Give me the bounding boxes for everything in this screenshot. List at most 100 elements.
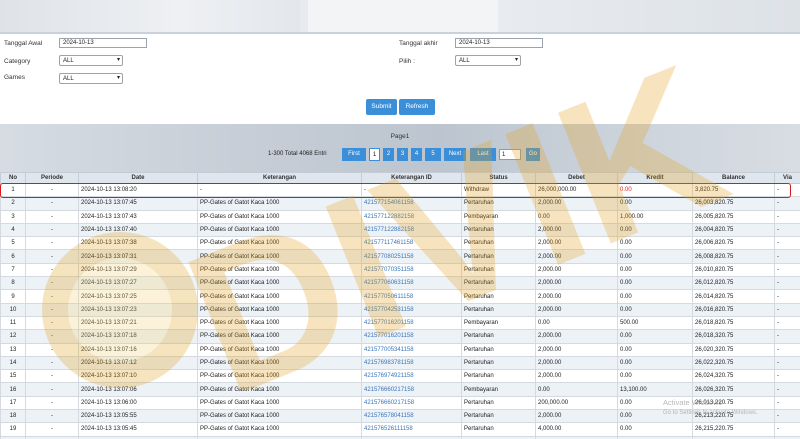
- page-button-4[interactable]: 4: [411, 148, 422, 161]
- table-row[interactable]: 10-2024-10-13 13:07:23 PP-Gates of Gatot …: [0, 302, 800, 317]
- pilih-select[interactable]: ALL ▾: [455, 55, 521, 66]
- submit-button[interactable]: Submit: [366, 99, 397, 115]
- table-row[interactable]: 13-2024-10-13 13:07:16 PP-Gates of Gatot …: [0, 342, 800, 357]
- cell-kredit: 0.00: [617, 276, 693, 291]
- cell-keterangan-id[interactable]: 421577005341158: [361, 342, 462, 357]
- cell-via: -: [774, 262, 800, 278]
- games-select-value: ALL: [63, 76, 74, 82]
- cell-keterangan-id[interactable]: 421576983781158: [361, 355, 462, 371]
- table-row[interactable]: 4-2024-10-13 13:07:40 PP-Gates of Gatot K…: [0, 222, 800, 238]
- cell-via: -: [774, 355, 800, 371]
- header-periode[interactable]: Periode: [25, 172, 79, 184]
- cell-kredit: 0.00: [617, 289, 693, 304]
- cell-no: 11: [0, 315, 26, 331]
- table-row[interactable]: 11-2024-10-13 13:07:21 PP-Gates of Gatot …: [0, 315, 800, 331]
- refresh-button[interactable]: Refresh: [399, 99, 435, 115]
- cell-debet: 2,000.00: [535, 329, 618, 344]
- cell-keterangan: PP-Gates of Gatot Kaca 1000: [197, 329, 362, 344]
- header-via[interactable]: Via: [774, 172, 800, 184]
- header-no[interactable]: No: [0, 172, 26, 184]
- header-date[interactable]: Date: [78, 172, 198, 184]
- cell-no: 5: [0, 236, 26, 251]
- cell-debet: 2,000.00: [535, 369, 618, 384]
- cell-date: 2024-10-13 13:07:06: [78, 382, 198, 397]
- tanggal-awal-input[interactable]: 2024-10-13: [59, 38, 147, 48]
- cell-keterangan-id[interactable]: 421577122882158: [361, 222, 462, 238]
- cell-debet: 200,000.00: [535, 395, 618, 411]
- table-row[interactable]: 1-2024-10-13 13:08:20- - Withdraw 26,000,00…: [0, 182, 800, 198]
- cell-keterangan-id[interactable]: 421577122882158: [361, 209, 462, 224]
- cell-keterangan: PP-Gates of Gatot Kaca 1000: [197, 236, 362, 251]
- table-row[interactable]: 16-2024-10-13 13:07:06 PP-Gates of Gatot …: [0, 382, 800, 397]
- cell-status: Pertaruhan: [461, 409, 536, 424]
- tanggal-akhir-input[interactable]: 2024-10-13: [455, 38, 543, 48]
- pilih-select-value: ALL: [459, 58, 470, 64]
- table-row[interactable]: 19-2024-10-13 13:05:45 PP-Gates of Gatot …: [0, 422, 800, 437]
- cell-keterangan: PP-Gates of Gatot Kaca 1000: [197, 355, 362, 371]
- header-keterangan[interactable]: Keterangan: [197, 172, 362, 184]
- cell-date: 2024-10-13 13:07:16: [78, 342, 198, 357]
- cell-status: Pembayaran: [461, 315, 536, 331]
- cell-keterangan-id[interactable]: 421577050611158: [361, 289, 462, 304]
- cell-keterangan-id[interactable]: 421576660217158: [361, 395, 462, 411]
- page-button-2[interactable]: 2: [383, 148, 394, 161]
- table-row[interactable]: 7-2024-10-13 13:07:29 PP-Gates of Gatot K…: [0, 262, 800, 278]
- cell-keterangan-id[interactable]: 421576974921158: [361, 369, 462, 384]
- table-row[interactable]: 3-2024-10-13 13:07:43 PP-Gates of Gatot K…: [0, 209, 800, 224]
- cell-kredit: 0.00: [617, 262, 693, 278]
- header-debet[interactable]: Debet: [535, 172, 618, 184]
- cell-date: 2024-10-13 13:07:40: [78, 222, 198, 238]
- cell-debet: 2,000.00: [535, 302, 618, 317]
- category-select[interactable]: ALL ▾: [59, 55, 123, 66]
- banner-right: [498, 0, 800, 32]
- cell-periode: -: [25, 369, 79, 384]
- cell-keterangan-id[interactable]: 421577060631158: [361, 276, 462, 291]
- header-keterangan-id[interactable]: Keterangan ID: [361, 172, 462, 184]
- table-row[interactable]: 5-2024-10-13 13:07:38 PP-Gates of Gatot K…: [0, 236, 800, 251]
- cell-periode: -: [25, 182, 79, 198]
- table-row[interactable]: 6-2024-10-13 13:07:31 PP-Gates of Gatot K…: [0, 249, 800, 264]
- cell-via: -: [774, 329, 800, 344]
- cell-keterangan-id[interactable]: 421576526111158: [361, 422, 462, 437]
- cell-keterangan: PP-Gates of Gatot Kaca 1000: [197, 302, 362, 317]
- cell-keterangan-id[interactable]: 421577117461158: [361, 236, 462, 251]
- page-button-3[interactable]: 3: [397, 148, 408, 161]
- cell-debet: 0.00: [535, 382, 618, 397]
- go-button[interactable]: Go: [526, 148, 540, 161]
- cell-keterangan-id[interactable]: 421577080251158: [361, 249, 462, 264]
- cell-no: 15: [0, 369, 26, 384]
- table-row[interactable]: 2-2024-10-13 13:07:45 PP-Gates of Gatot K…: [0, 196, 800, 211]
- cell-keterangan-id[interactable]: -: [361, 182, 462, 198]
- chevron-down-icon: ▾: [514, 57, 518, 63]
- header-status[interactable]: Status: [461, 172, 536, 184]
- table-row[interactable]: 9-2024-10-13 13:07:25 PP-Gates of Gatot K…: [0, 289, 800, 304]
- cell-kredit: 13,100.00: [617, 382, 693, 397]
- cell-keterangan: PP-Gates of Gatot Kaca 1000: [197, 222, 362, 238]
- page-button-1[interactable]: 1: [369, 148, 380, 161]
- cell-keterangan-id[interactable]: 421577154061158: [361, 196, 462, 211]
- cell-keterangan-id[interactable]: 421576578041158: [361, 409, 462, 424]
- header-balance[interactable]: Balance: [692, 172, 775, 184]
- table-row[interactable]: 14-2024-10-13 13:07:12 PP-Gates of Gatot …: [0, 355, 800, 371]
- page-title: Page1: [390, 133, 410, 140]
- header-kredit[interactable]: Kredit: [617, 172, 693, 184]
- page-button-5[interactable]: 5: [425, 148, 441, 161]
- goto-page-input[interactable]: 1: [499, 149, 521, 160]
- cell-periode: -: [25, 355, 79, 371]
- table-row[interactable]: 15-2024-10-13 13:07:10 PP-Gates of Gatot …: [0, 369, 800, 384]
- cell-balance: 26,215,220.75: [692, 422, 775, 437]
- cell-keterangan-id[interactable]: 421577070351158: [361, 262, 462, 278]
- cell-periode: -: [25, 302, 79, 317]
- table-row[interactable]: 8-2024-10-13 13:07:27 PP-Gates of Gatot K…: [0, 276, 800, 291]
- category-select-value: ALL: [63, 58, 74, 64]
- games-select[interactable]: ALL ▾: [59, 73, 123, 84]
- table-row[interactable]: 12-2024-10-13 13:07:18 PP-Gates of Gatot …: [0, 329, 800, 344]
- first-page-button[interactable]: First: [342, 148, 366, 161]
- next-page-button[interactable]: Next: [444, 148, 466, 161]
- cell-keterangan-id[interactable]: 421577016201158: [361, 315, 462, 331]
- cell-keterangan-id[interactable]: 421577016201158: [361, 329, 462, 344]
- cell-keterangan-id[interactable]: 421577042531158: [361, 302, 462, 317]
- last-page-button[interactable]: Last: [470, 148, 496, 161]
- cell-debet: 0.00: [535, 209, 618, 224]
- cell-keterangan-id[interactable]: 421576660217158: [361, 382, 462, 397]
